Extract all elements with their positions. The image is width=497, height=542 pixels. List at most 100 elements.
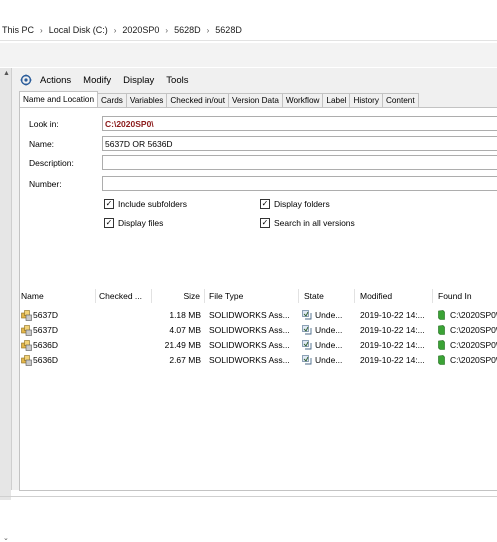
table-row[interactable]: 5637D 1.18 MB SOLIDWORKS Ass... Unde... … xyxy=(20,308,497,322)
modified-cell: 2019-10-22 14:... xyxy=(360,325,425,335)
checkbox-check-icon: ✓ xyxy=(104,218,114,228)
display-files-checkbox[interactable]: ✓ Display files xyxy=(104,218,163,228)
display-files-label: Display files xyxy=(118,218,164,228)
name-cell: 5636D xyxy=(21,353,95,367)
state-cell: Unde... xyxy=(302,323,354,337)
breadcrumb-separator-icon: › xyxy=(206,25,210,35)
number-field[interactable] xyxy=(102,176,497,191)
file-type-cell: SOLIDWORKS Ass... xyxy=(209,325,290,335)
size-cell: 21.49 MB xyxy=(164,340,201,350)
workflow-state-icon xyxy=(302,310,312,320)
state-cell: Unde... xyxy=(302,353,354,367)
breadcrumb-item-2020sp0[interactable]: 2020SP0 xyxy=(120,25,161,35)
breadcrumb-divider xyxy=(0,40,497,41)
state-text: Unde... xyxy=(315,310,343,320)
found-in-path: C:\2020SP0\ xyxy=(450,340,497,350)
menu-modify[interactable]: Modify xyxy=(77,75,117,86)
column-header-name[interactable]: Name xyxy=(20,289,96,303)
name-field[interactable]: 5637D OR 5636D xyxy=(102,136,497,151)
table-row[interactable]: 5636D 21.49 MB SOLIDWORKS Ass... Unde...… xyxy=(20,338,497,352)
found-in-path: C:\2020SP0\ xyxy=(450,310,497,320)
scroll-up-icon[interactable]: ▲ xyxy=(3,70,10,77)
menu-bar: Actions Modify Display Tools xyxy=(12,72,194,88)
column-header-file-type[interactable]: File Type xyxy=(205,289,299,303)
workflow-state-icon xyxy=(302,355,312,365)
state-cell: Unde... xyxy=(302,338,354,352)
left-scrollbar[interactable]: ▲ ⌄ xyxy=(0,68,11,542)
look-in-field[interactable]: C:\2020SP0\ xyxy=(102,116,497,131)
workflow-state-icon xyxy=(302,325,312,335)
breadcrumb-separator-icon: › xyxy=(165,25,169,35)
tab-label[interactable]: Label xyxy=(322,93,351,107)
state-cell: Unde... xyxy=(302,308,354,322)
tab-checked-in-out[interactable]: Checked in/out xyxy=(166,93,230,107)
tab-strip: Name and Location Cards Variables Checke… xyxy=(19,91,419,107)
folder-green-icon xyxy=(438,310,445,320)
column-header-modified[interactable]: Modified xyxy=(355,289,433,303)
checked-cell xyxy=(99,353,149,367)
file-name: 5636D xyxy=(33,355,59,365)
file-name: 5637D xyxy=(33,310,59,320)
breadcrumb: This PC › Local Disk (C:) › 2020SP0 › 56… xyxy=(0,23,244,37)
checked-cell xyxy=(99,338,149,352)
display-folders-label: Display folders xyxy=(274,199,330,209)
search-all-versions-label: Search in all versions xyxy=(274,218,355,228)
tab-cards[interactable]: Cards xyxy=(97,93,127,107)
file-type-cell: SOLIDWORKS Ass... xyxy=(209,310,290,320)
menu-tools[interactable]: Tools xyxy=(160,75,194,86)
modified-cell: 2019-10-22 14:... xyxy=(360,355,425,365)
checked-cell xyxy=(99,308,149,322)
folder-green-icon xyxy=(438,355,445,365)
menu-actions[interactable]: Actions xyxy=(34,75,77,86)
breadcrumb-item-local-disk[interactable]: Local Disk (C:) xyxy=(47,25,110,35)
search-window: Actions Modify Display Tools Name and Lo… xyxy=(11,68,497,491)
state-text: Unde... xyxy=(315,355,343,365)
file-name: 5637D xyxy=(33,325,59,335)
column-header-found-in[interactable]: Found In xyxy=(433,289,497,303)
found-in-cell: C:\2020SP0\ xyxy=(438,338,497,352)
file-type-cell: SOLIDWORKS Ass... xyxy=(209,355,290,365)
description-field[interactable] xyxy=(102,155,497,170)
display-folders-checkbox[interactable]: ✓ Display folders xyxy=(260,199,330,209)
tab-history[interactable]: History xyxy=(349,93,383,107)
name-and-location-panel: Look in: C:\2020SP0\ Name: 5637D OR 5636… xyxy=(19,107,497,291)
checkbox-check-icon: ✓ xyxy=(260,199,270,209)
column-header-state[interactable]: State xyxy=(299,289,355,303)
column-header-size[interactable]: Size xyxy=(152,289,205,303)
size-cell: 1.18 MB xyxy=(169,310,201,320)
tab-content[interactable]: Content xyxy=(381,93,419,107)
tab-version-data[interactable]: Version Data xyxy=(228,93,283,107)
name-cell: 5637D xyxy=(21,323,95,337)
menu-display[interactable]: Display xyxy=(117,75,160,86)
include-subfolders-label: Include subfolders xyxy=(118,199,187,209)
search-all-versions-checkbox[interactable]: ✓ Search in all versions xyxy=(260,218,355,228)
found-in-cell: C:\2020SP0\ xyxy=(438,308,497,322)
results-list: Name Checked ... Size File Type State Mo… xyxy=(19,289,497,491)
table-row[interactable]: 5636D 2.67 MB SOLIDWORKS Ass... Unde... … xyxy=(20,353,497,367)
breadcrumb-item-5628d[interactable]: 5628D xyxy=(172,25,203,35)
breadcrumb-item-5628d-current[interactable]: 5628D xyxy=(213,25,244,35)
found-in-cell: C:\2020SP0\ xyxy=(438,353,497,367)
name-cell: 5637D xyxy=(21,308,95,322)
bottom-divider xyxy=(0,496,497,497)
breadcrumb-separator-icon: › xyxy=(40,25,43,35)
name-cell: 5636D xyxy=(21,338,95,352)
breadcrumb-item-this-pc[interactable]: This PC xyxy=(0,25,36,35)
solidworks-assembly-icon xyxy=(21,324,32,336)
search-magic-icon[interactable] xyxy=(20,74,32,86)
state-text: Unde... xyxy=(315,325,343,335)
description-label: Description: xyxy=(29,158,74,168)
tab-workflow[interactable]: Workflow xyxy=(281,93,324,107)
found-in-path: C:\2020SP0\ xyxy=(450,325,497,335)
checkbox-check-icon: ✓ xyxy=(104,199,114,209)
scroll-down-icon[interactable]: ⌄ xyxy=(3,534,9,542)
toolbar-strip xyxy=(0,43,497,67)
table-row[interactable]: 5637D 4.07 MB SOLIDWORKS Ass... Unde... … xyxy=(20,323,497,337)
include-subfolders-checkbox[interactable]: ✓ Include subfolders xyxy=(104,199,187,209)
tab-variables[interactable]: Variables xyxy=(125,93,168,107)
breadcrumb-separator-icon: › xyxy=(113,25,117,35)
column-header-checked[interactable]: Checked ... xyxy=(96,289,152,303)
checkbox-check-icon: ✓ xyxy=(260,218,270,228)
modified-cell: 2019-10-22 14:... xyxy=(360,310,425,320)
tab-name-and-location[interactable]: Name and Location xyxy=(19,91,99,107)
